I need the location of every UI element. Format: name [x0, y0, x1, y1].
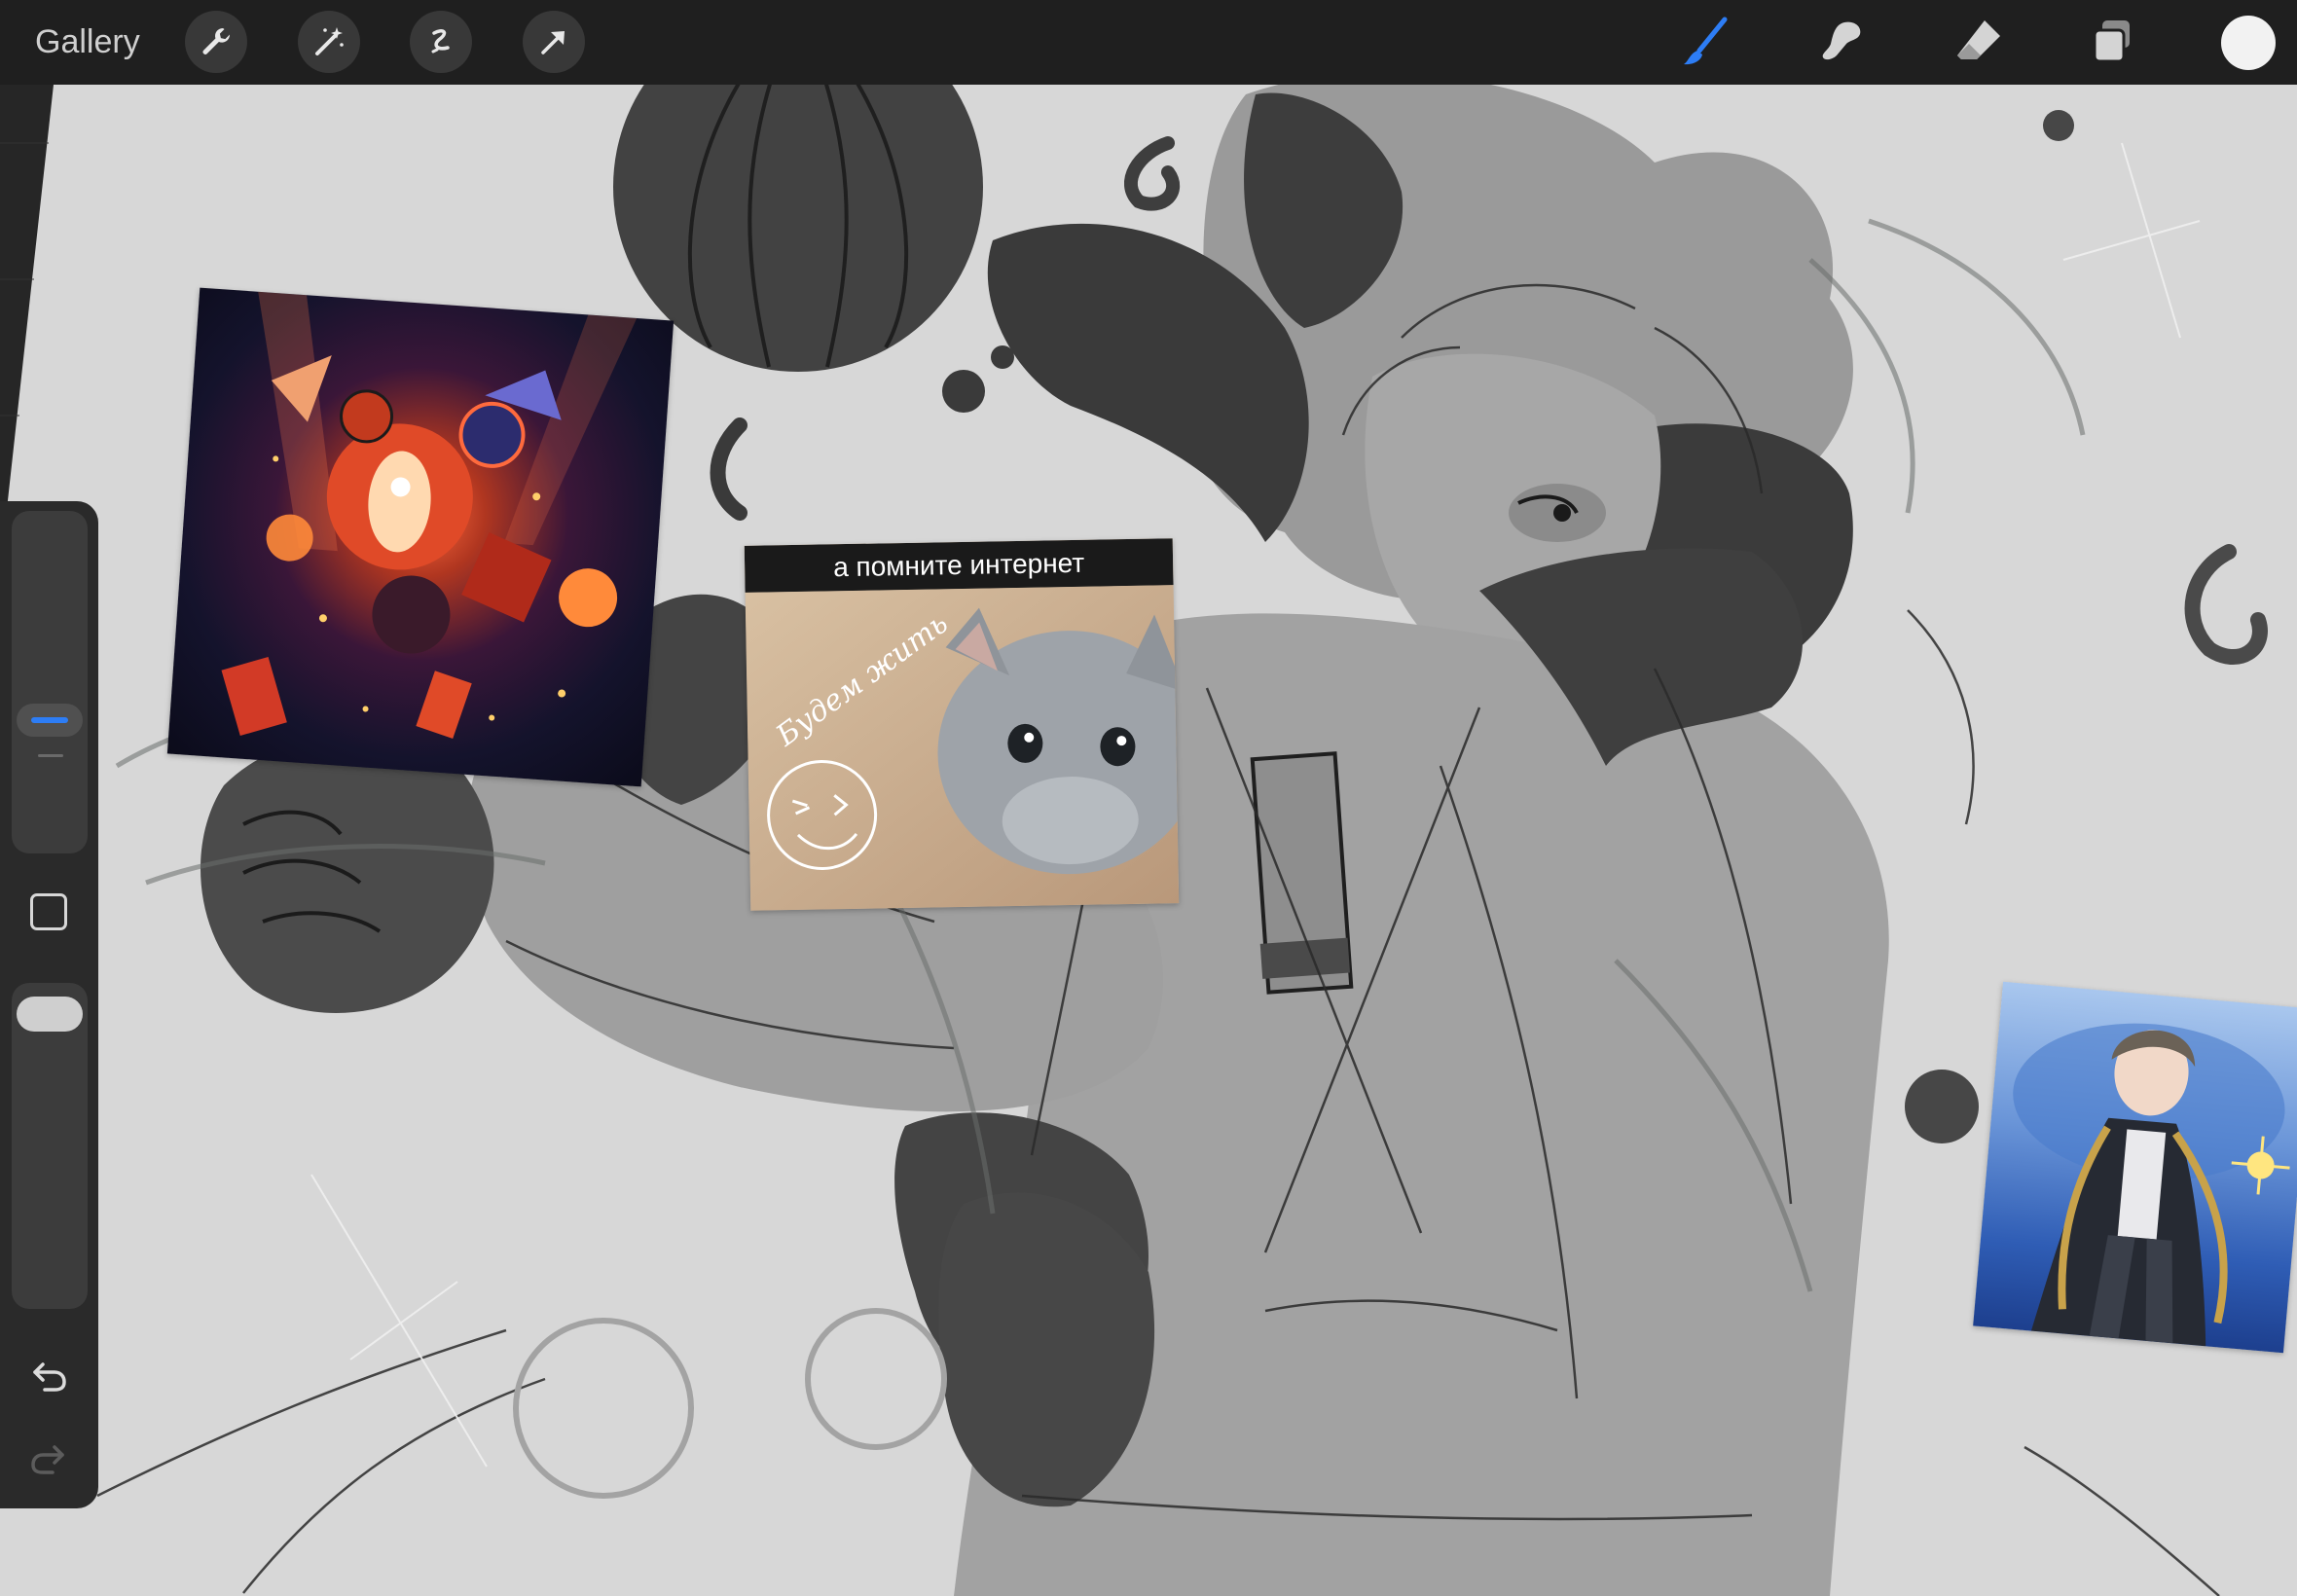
eraser-tool-button[interactable] — [1947, 10, 2011, 74]
redo-icon — [31, 1445, 64, 1474]
top-toolbar: Gallery — [0, 0, 2297, 85]
brush-sidebar — [0, 501, 98, 1508]
cat-photo: Будем жить — [745, 585, 1180, 911]
layers-button[interactable] — [2080, 10, 2144, 74]
adjustments-button[interactable] — [298, 11, 360, 73]
layers-icon — [2093, 20, 2130, 63]
redo-button[interactable] — [25, 1435, 72, 1482]
reference-image-poster[interactable] — [166, 287, 675, 787]
character-artwork — [2013, 1023, 2290, 1347]
transform-button[interactable] — [523, 11, 585, 73]
canvas-area[interactable]: а помните интернет Будем жить — [0, 85, 2297, 1596]
undo-icon — [33, 1362, 66, 1392]
gallery-button[interactable]: Gallery — [35, 19, 140, 64]
procreate-app: Gallery а помните интернет Будем жить — [0, 0, 2297, 1596]
eraser-icon — [1957, 20, 2000, 59]
meme-caption: а помните интернет — [744, 538, 1174, 593]
selection-icon — [431, 29, 450, 54]
undo-button[interactable] — [25, 1353, 72, 1399]
drawing-canvas[interactable]: а помните интернет Будем жить — [0, 85, 2297, 1596]
brush-icon — [1684, 17, 1728, 65]
square-modifier-icon — [30, 893, 67, 930]
smudge-tool-button[interactable] — [1810, 10, 1875, 74]
poster-artwork — [221, 291, 638, 739]
brush-size-indicator — [31, 717, 68, 723]
reference-image-character[interactable] — [1973, 981, 2297, 1354]
modify-button[interactable] — [27, 890, 70, 933]
brush-opacity-handle[interactable] — [17, 997, 83, 1032]
color-picker-swatch[interactable] — [2221, 16, 2276, 70]
brush-tool-button[interactable] — [1673, 10, 1737, 74]
brush-size-marks — [38, 754, 63, 767]
magic-wand-icon — [315, 27, 344, 55]
selection-button[interactable] — [410, 11, 472, 73]
reference-image-cat-meme[interactable]: а помните интернет Будем жить — [744, 538, 1180, 911]
wrench-icon — [202, 28, 231, 54]
brush-opacity-slider[interactable] — [12, 983, 88, 1309]
brush-size-slider[interactable] — [12, 511, 88, 853]
actions-button[interactable] — [185, 11, 247, 73]
smudge-icon — [1822, 21, 1861, 60]
transform-arrow-icon — [541, 31, 565, 54]
brush-size-handle[interactable] — [17, 704, 83, 737]
